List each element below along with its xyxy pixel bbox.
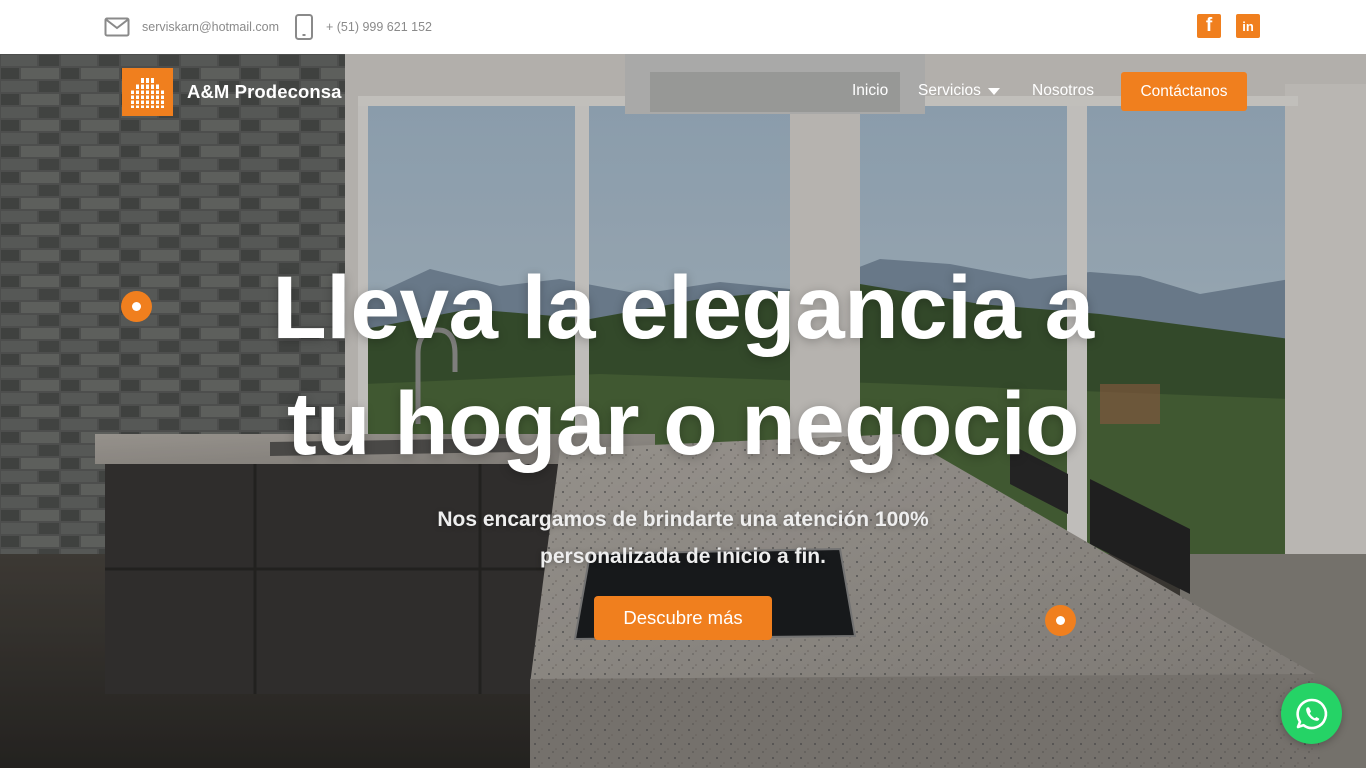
top-contact-bar: serviskarn@hotmail.com + (51) 999 621 15…: [0, 0, 1366, 54]
hero-section: A&M Prodeconsa Inicio Servicios Nosotros…: [0, 54, 1366, 768]
facebook-icon[interactable]: f: [1197, 14, 1221, 38]
mail-icon: [104, 17, 130, 37]
logo[interactable]: [122, 68, 173, 116]
linkedin-icon[interactable]: in: [1236, 14, 1260, 38]
caret-down-icon: [987, 87, 1000, 95]
phone-contact[interactable]: + (51) 999 621 152: [294, 14, 432, 40]
email-contact[interactable]: serviskarn@hotmail.com: [104, 14, 279, 40]
hero-title: Lleva la elegancia a tu hogar o negocio: [183, 249, 1183, 481]
hero-title-line-2: tu hogar o negocio: [287, 373, 1079, 473]
hero-subtitle-line-2: personalizada de inicio a fin.: [540, 545, 826, 568]
hotspot-dot[interactable]: [1045, 605, 1076, 636]
building-icon: [130, 78, 166, 108]
phone-text: + (51) 999 621 152: [326, 20, 432, 34]
contactanos-button[interactable]: Contáctanos: [1121, 72, 1247, 111]
descubre-mas-button[interactable]: Descubre más: [594, 596, 772, 640]
whatsapp-icon: [1295, 698, 1327, 729]
nav-servicios[interactable]: Servicios: [918, 82, 1000, 100]
hero-subtitle: Nos encargamos de brindarte una atención…: [333, 501, 1033, 575]
mobile-phone-icon: [294, 14, 314, 40]
nav-inicio[interactable]: Inicio: [852, 82, 888, 100]
hotspot-dot[interactable]: [121, 291, 152, 322]
email-text: serviskarn@hotmail.com: [142, 20, 280, 34]
whatsapp-button[interactable]: [1281, 683, 1342, 744]
hero-title-line-1: Lleva la elegancia a: [272, 257, 1094, 357]
nav-nosotros[interactable]: Nosotros: [1032, 82, 1094, 100]
nav-servicios-label: Servicios: [918, 82, 981, 99]
brand-name[interactable]: A&M Prodeconsa: [187, 81, 342, 103]
hero-subtitle-line-1: Nos encargamos de brindarte una atención…: [437, 508, 929, 531]
